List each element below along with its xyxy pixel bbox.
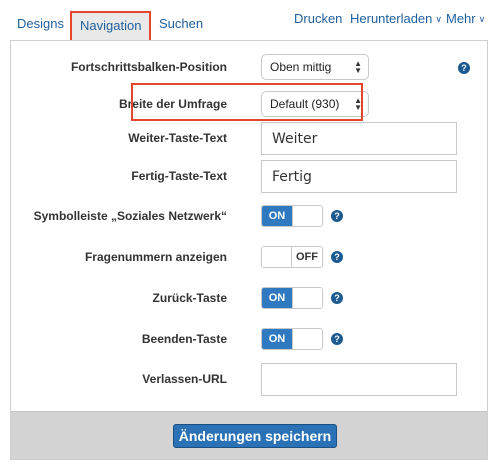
- more-label: Mehr: [446, 11, 476, 26]
- next-text-label: Weiter-Taste-Text: [128, 131, 227, 145]
- survey-width-select[interactable]: Default (930) ▲ ▼: [261, 91, 369, 117]
- back-button-label: Zurück-Taste: [152, 291, 227, 305]
- exit-button-label: Beenden-Taste: [141, 332, 227, 346]
- social-toolbar-toggle[interactable]: ON: [261, 205, 323, 227]
- more-menu[interactable]: Mehr ∨: [446, 11, 485, 26]
- question-numbers-label: Fragenummern anzeigen: [84, 250, 227, 264]
- toggle-knob: [292, 329, 322, 349]
- exit-url-input[interactable]: [261, 363, 457, 396]
- toggle-on-state: ON: [262, 288, 292, 308]
- exit-url-label: Verlassen-URL: [142, 372, 227, 386]
- progress-position-label: Fortschrittsbalken-Position: [70, 60, 227, 74]
- save-changes-button[interactable]: Änderungen speichern: [173, 424, 337, 448]
- chevron-down-icon: ∨: [435, 14, 442, 24]
- progress-position-value: Oben mittig: [270, 60, 332, 74]
- download-label: Herunterladen: [350, 11, 433, 26]
- done-text-label: Fertig-Taste-Text: [131, 169, 227, 183]
- help-icon[interactable]: ?: [331, 210, 343, 222]
- select-arrows-icon: ▲ ▼: [354, 96, 362, 112]
- tab-designs[interactable]: Designs: [17, 16, 64, 31]
- tab-navigation[interactable]: Navigation: [70, 11, 152, 40]
- toggle-on-state: ON: [262, 206, 292, 226]
- social-toolbar-label: Symbolleiste „Soziales Netzwerk“: [33, 209, 227, 223]
- done-text-input[interactable]: [261, 160, 457, 193]
- print-link[interactable]: Drucken: [294, 11, 342, 26]
- help-icon[interactable]: ?: [331, 251, 343, 263]
- toggle-knob: [292, 206, 322, 226]
- tab-suchen[interactable]: Suchen: [159, 16, 203, 31]
- next-text-input[interactable]: [261, 122, 457, 155]
- toggle-off-state: OFF: [296, 251, 318, 263]
- toggle-knob: [292, 288, 322, 308]
- survey-width-label: Breite der Umfrage: [118, 97, 227, 111]
- help-icon[interactable]: ?: [331, 292, 343, 304]
- survey-width-value: Default (930): [270, 97, 340, 111]
- help-icon[interactable]: ?: [458, 62, 470, 74]
- back-button-toggle[interactable]: ON: [261, 287, 323, 309]
- tab-bar: Designs Navigation Suchen Drucken Herunt…: [0, 0, 499, 40]
- select-arrows-icon: ▲ ▼: [354, 59, 362, 75]
- progress-position-select[interactable]: Oben mittig ▲ ▼: [261, 54, 369, 80]
- download-menu[interactable]: Herunterladen ∨: [350, 11, 442, 26]
- exit-button-toggle[interactable]: ON: [261, 328, 323, 350]
- navigation-settings-panel: Fortschrittsbalken-Position Oben mittig …: [10, 40, 488, 460]
- toggle-on-state: ON: [262, 329, 292, 349]
- question-numbers-toggle[interactable]: OFF: [261, 246, 323, 268]
- toggle-knob: [262, 247, 292, 267]
- help-icon[interactable]: ?: [331, 333, 343, 345]
- chevron-down-icon: ∨: [478, 14, 486, 24]
